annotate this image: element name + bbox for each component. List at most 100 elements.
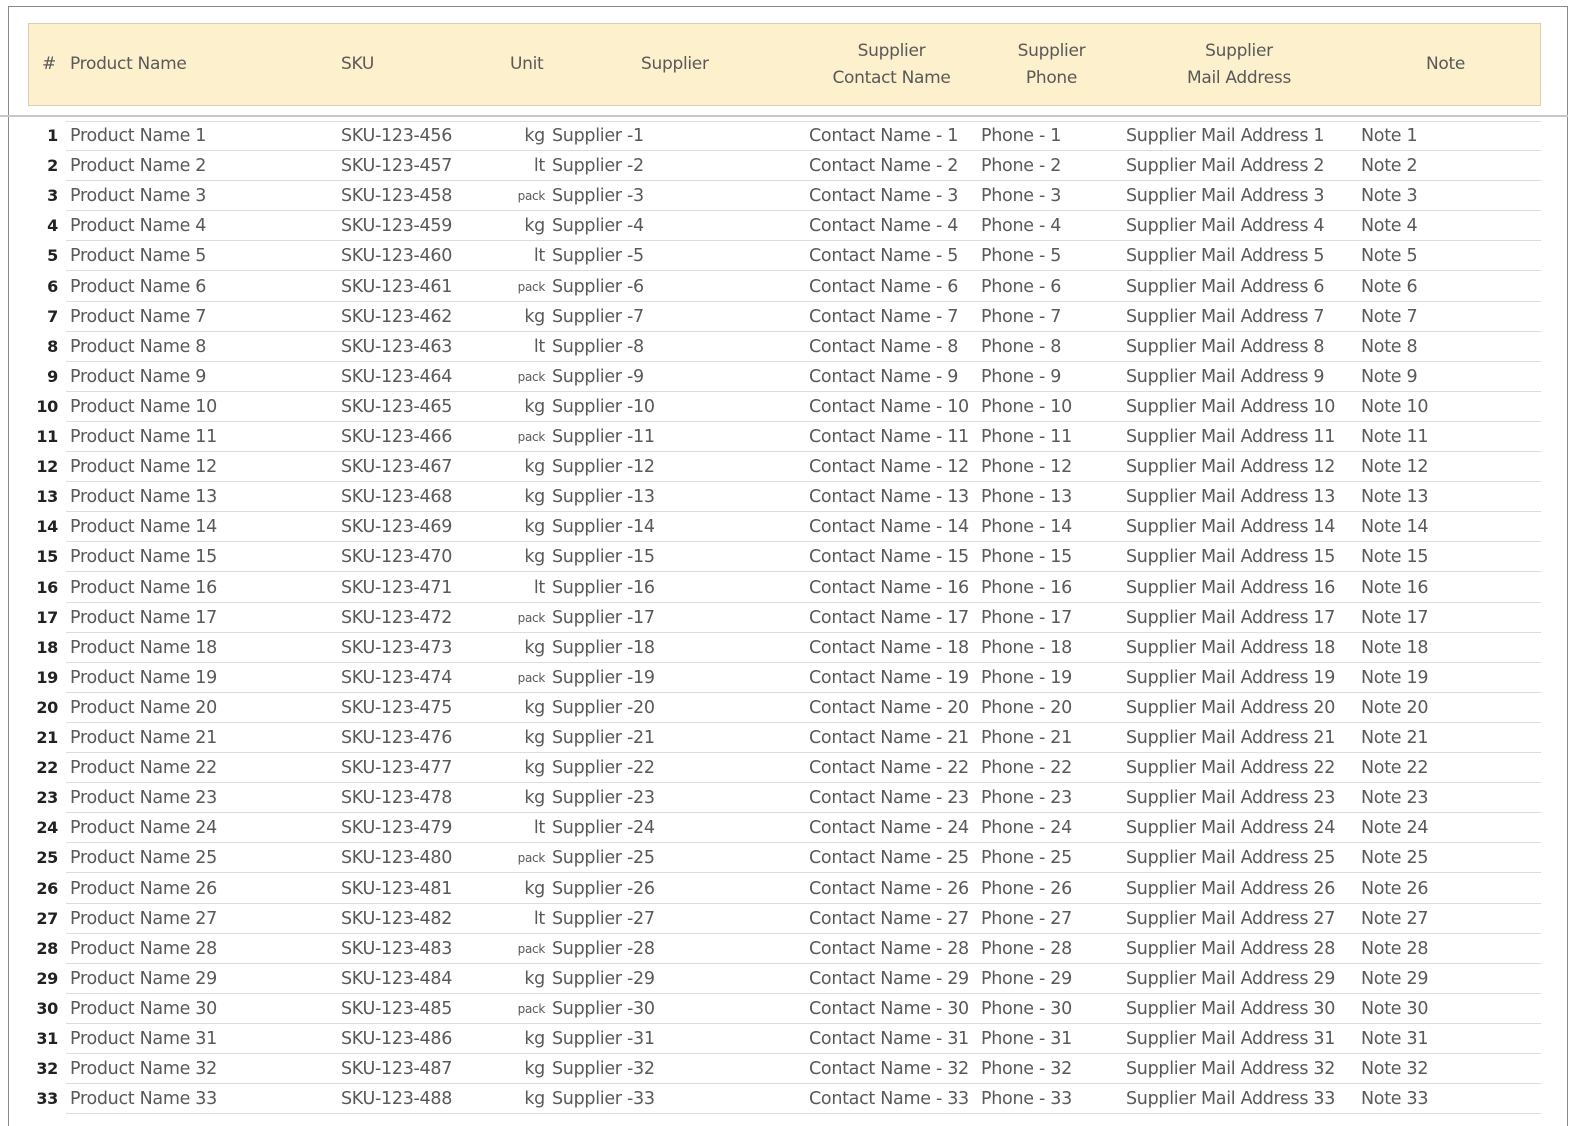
contact-name-cell[interactable]: Contact Name - 20 [809,693,978,723]
phone-cell[interactable]: Phone - 28 [981,934,1121,964]
unit-cell[interactable]: kg [495,302,545,332]
unit-cell[interactable]: pack [495,362,545,392]
note-cell[interactable]: Note 23 [1361,783,1531,813]
sku-cell[interactable]: SKU-123-464 [341,362,491,392]
product-name-cell[interactable]: Product Name 5 [70,241,330,271]
mail-address-cell[interactable]: Supplier Mail Address 27 [1126,904,1356,934]
sku-cell[interactable]: SKU-123-476 [341,723,491,753]
sku-cell[interactable]: SKU-123-479 [341,813,491,843]
row-number[interactable]: 15 [20,542,58,572]
row-number[interactable]: 31 [20,1024,58,1054]
phone-cell[interactable]: Phone - 26 [981,874,1121,904]
supplier-cell[interactable]: Supplier -20 [552,693,792,723]
sku-cell[interactable]: SKU-123-463 [341,332,491,362]
sku-cell[interactable]: SKU-123-470 [341,542,491,572]
note-cell[interactable]: Note 27 [1361,904,1531,934]
sku-cell[interactable]: SKU-123-460 [341,241,491,271]
product-name-cell[interactable]: Product Name 25 [70,843,330,873]
sku-cell[interactable]: SKU-123-484 [341,964,491,994]
sku-cell[interactable]: SKU-123-462 [341,302,491,332]
unit-cell[interactable]: lt [495,241,545,271]
product-name-cell[interactable]: Product Name 23 [70,783,330,813]
supplier-cell[interactable]: Supplier -9 [552,362,792,392]
contact-name-cell[interactable]: Contact Name - 21 [809,723,978,753]
mail-address-cell[interactable]: Supplier Mail Address 21 [1126,723,1356,753]
note-cell[interactable]: Note 24 [1361,813,1531,843]
mail-address-cell[interactable]: Supplier Mail Address 18 [1126,633,1356,663]
phone-cell[interactable]: Phone - 17 [981,603,1121,633]
supplier-cell[interactable]: Supplier -22 [552,753,792,783]
row-number[interactable]: 29 [20,964,58,994]
note-cell[interactable]: Note 8 [1361,332,1531,362]
supplier-cell[interactable]: Supplier -23 [552,783,792,813]
row-number[interactable]: 22 [20,753,58,783]
row-number[interactable]: 21 [20,723,58,753]
phone-cell[interactable]: Phone - 6 [981,272,1121,302]
mail-address-cell[interactable]: Supplier Mail Address 29 [1126,964,1356,994]
row-number[interactable]: 18 [20,633,58,663]
product-name-cell[interactable]: Product Name 20 [70,693,330,723]
mail-address-cell[interactable]: Supplier Mail Address 8 [1126,332,1356,362]
supplier-cell[interactable]: Supplier -12 [552,452,792,482]
row-number[interactable]: 17 [20,603,58,633]
note-cell[interactable]: Note 6 [1361,272,1531,302]
sku-cell[interactable]: SKU-123-472 [341,603,491,633]
contact-name-cell[interactable]: Contact Name - 16 [809,573,978,603]
row-number[interactable]: 1 [20,121,58,151]
phone-cell[interactable]: Phone - 15 [981,542,1121,572]
sku-cell[interactable]: SKU-123-474 [341,663,491,693]
unit-cell[interactable]: kg [495,723,545,753]
unit-cell[interactable]: kg [495,1054,545,1084]
mail-address-cell[interactable]: Supplier Mail Address 10 [1126,392,1356,422]
sku-cell[interactable]: SKU-123-480 [341,843,491,873]
phone-cell[interactable]: Phone - 12 [981,452,1121,482]
supplier-cell[interactable]: Supplier -8 [552,332,792,362]
contact-name-cell[interactable]: Contact Name - 29 [809,964,978,994]
note-cell[interactable]: Note 20 [1361,693,1531,723]
product-name-cell[interactable]: Product Name 33 [70,1084,330,1114]
note-cell[interactable]: Note 26 [1361,874,1531,904]
unit-cell[interactable]: kg [495,783,545,813]
product-name-cell[interactable]: Product Name 31 [70,1024,330,1054]
contact-name-cell[interactable]: Contact Name - 17 [809,603,978,633]
phone-cell[interactable]: Phone - 33 [981,1084,1121,1114]
sku-cell[interactable]: SKU-123-478 [341,783,491,813]
contact-name-cell[interactable]: Contact Name - 18 [809,633,978,663]
contact-name-cell[interactable]: Contact Name - 9 [809,362,978,392]
product-name-cell[interactable]: Product Name 14 [70,512,330,542]
unit-cell[interactable]: pack [495,994,545,1024]
product-name-cell[interactable]: Product Name 22 [70,753,330,783]
product-name-cell[interactable]: Product Name 7 [70,302,330,332]
contact-name-cell[interactable]: Contact Name - 13 [809,482,978,512]
mail-address-cell[interactable]: Supplier Mail Address 26 [1126,874,1356,904]
product-name-cell[interactable]: Product Name 13 [70,482,330,512]
note-cell[interactable]: Note 3 [1361,181,1531,211]
note-cell[interactable]: Note 28 [1361,934,1531,964]
product-name-cell[interactable]: Product Name 24 [70,813,330,843]
note-cell[interactable]: Note 10 [1361,392,1531,422]
mail-address-cell[interactable]: Supplier Mail Address 7 [1126,302,1356,332]
row-number[interactable]: 25 [20,843,58,873]
sku-cell[interactable]: SKU-123-475 [341,693,491,723]
unit-cell[interactable]: kg [495,121,545,151]
mail-address-cell[interactable]: Supplier Mail Address 33 [1126,1084,1356,1114]
note-cell[interactable]: Note 29 [1361,964,1531,994]
contact-name-cell[interactable]: Contact Name - 8 [809,332,978,362]
supplier-cell[interactable]: Supplier -26 [552,874,792,904]
product-name-cell[interactable]: Product Name 12 [70,452,330,482]
note-cell[interactable]: Note 13 [1361,482,1531,512]
product-name-cell[interactable]: Product Name 26 [70,874,330,904]
sku-cell[interactable]: SKU-123-471 [341,573,491,603]
contact-name-cell[interactable]: Contact Name - 6 [809,272,978,302]
unit-cell[interactable]: pack [495,422,545,452]
unit-cell[interactable]: kg [495,964,545,994]
contact-name-cell[interactable]: Contact Name - 19 [809,663,978,693]
phone-cell[interactable]: Phone - 20 [981,693,1121,723]
phone-cell[interactable]: Phone - 5 [981,241,1121,271]
row-number[interactable]: 13 [20,482,58,512]
contact-name-cell[interactable]: Contact Name - 23 [809,783,978,813]
mail-address-cell[interactable]: Supplier Mail Address 15 [1126,542,1356,572]
phone-cell[interactable]: Phone - 7 [981,302,1121,332]
sku-cell[interactable]: SKU-123-469 [341,512,491,542]
mail-address-cell[interactable]: Supplier Mail Address 20 [1126,693,1356,723]
